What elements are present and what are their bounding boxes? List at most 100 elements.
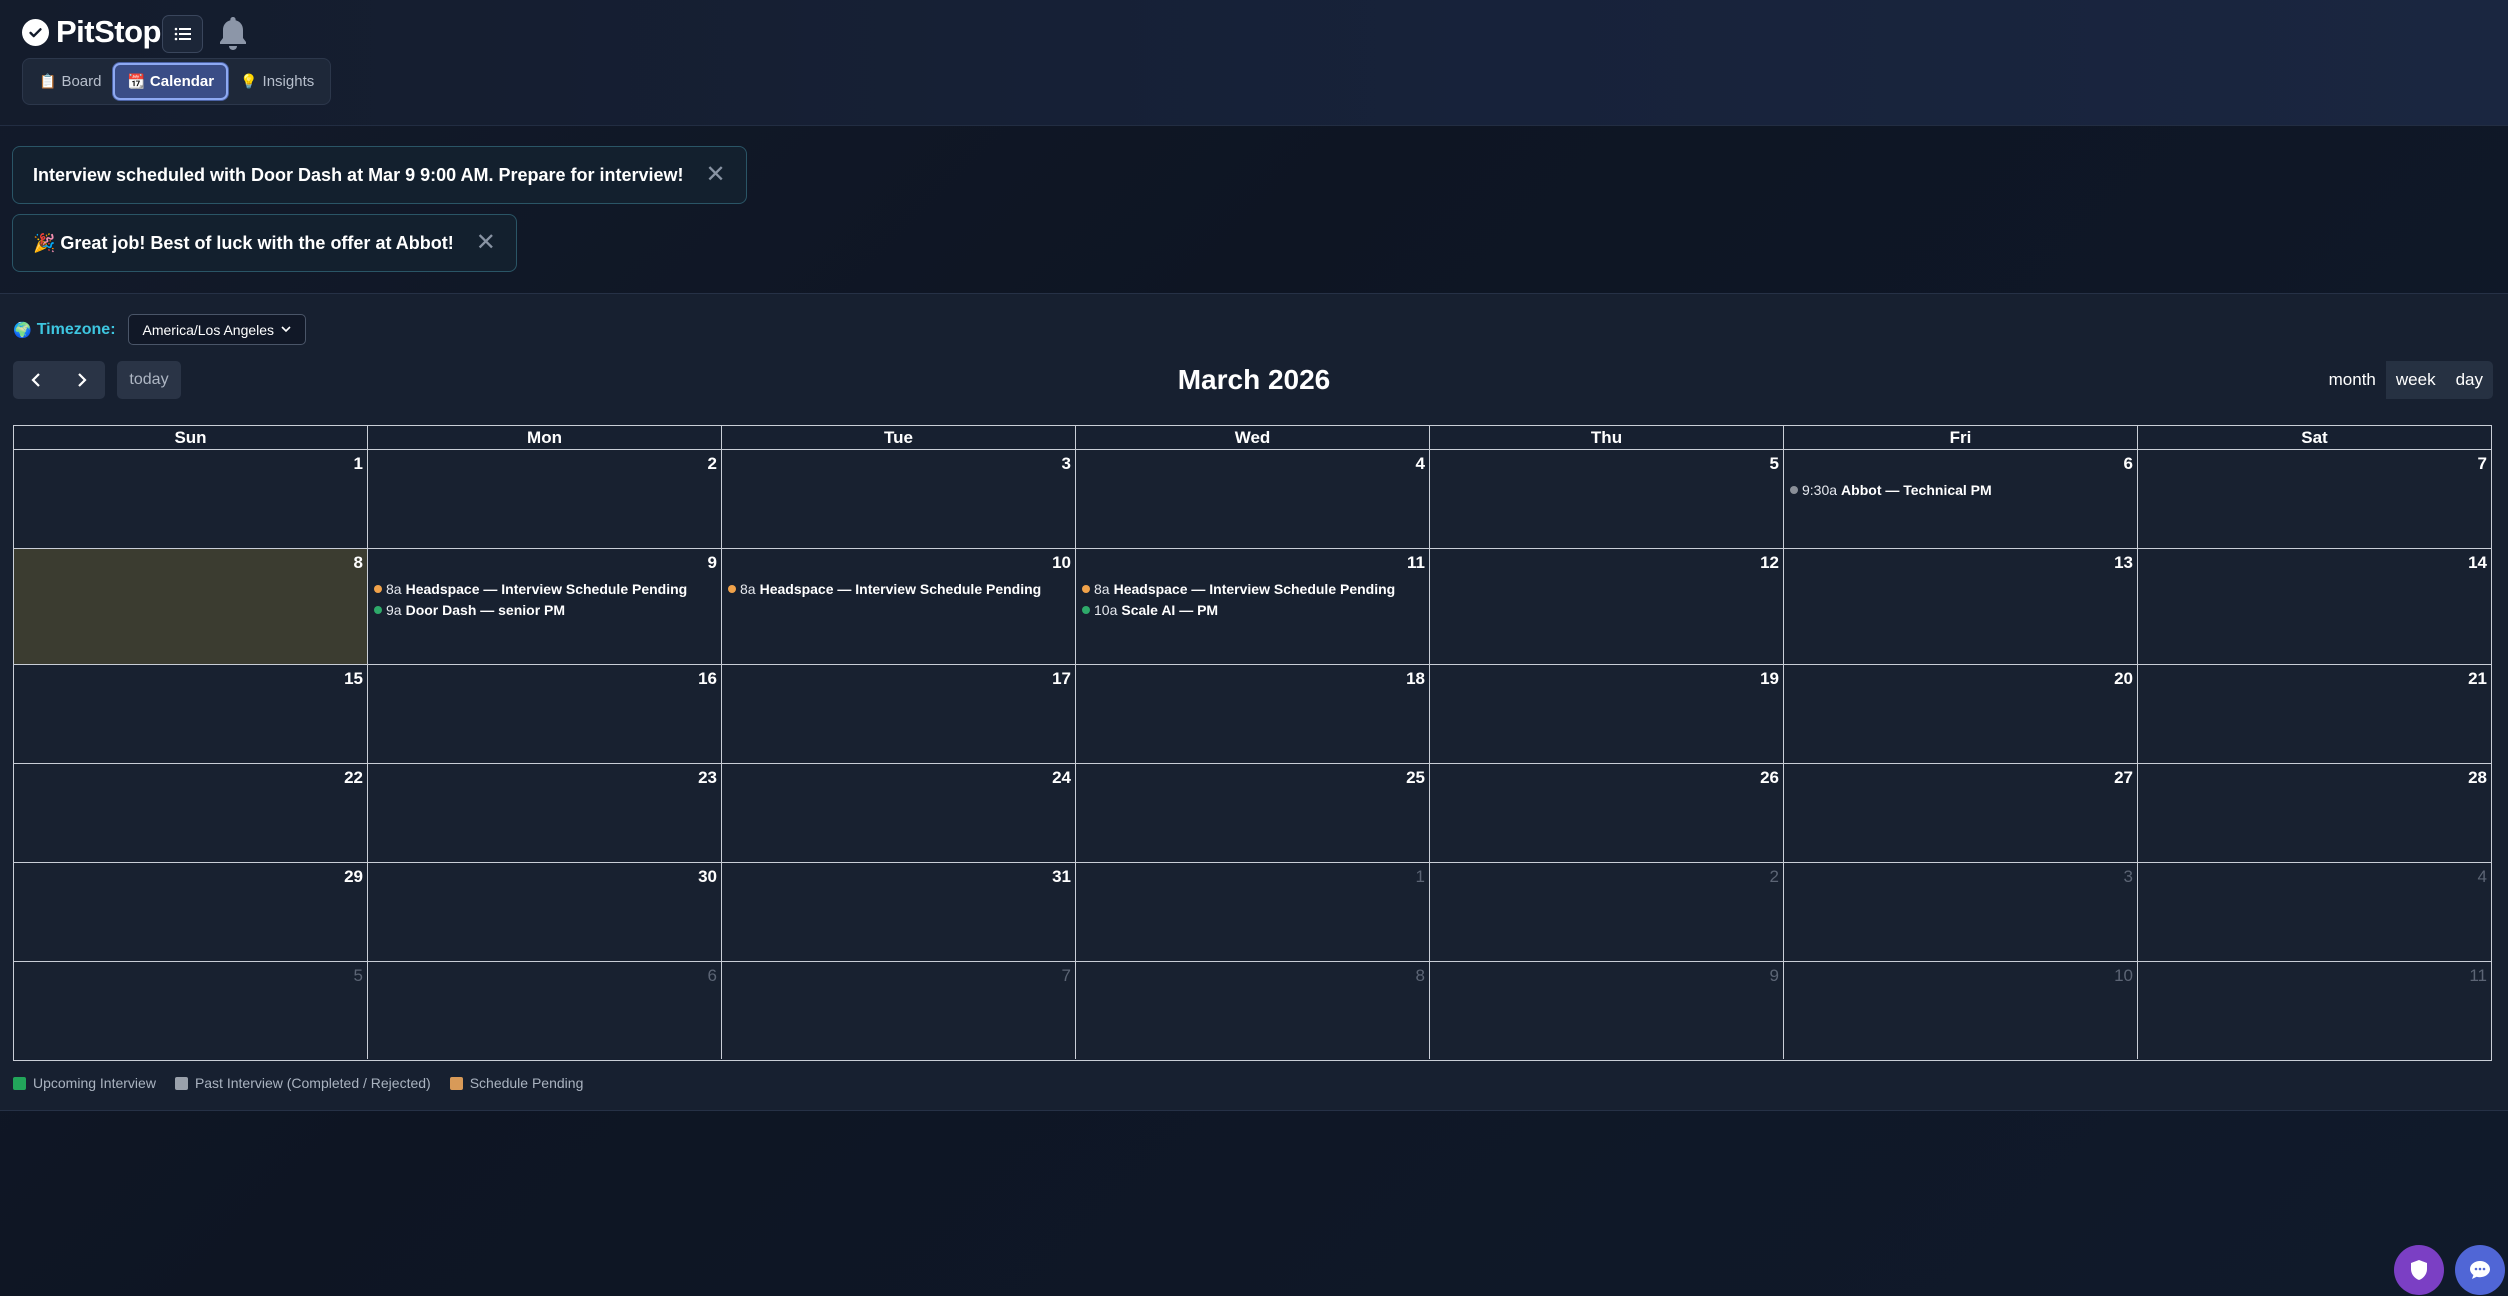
day-cell[interactable]: 7: [2138, 450, 2491, 548]
day-number[interactable]: 29: [344, 867, 363, 887]
notifications-bell-button[interactable]: [215, 13, 251, 53]
day-cell[interactable]: 11 8a Headspace — Interview Schedule Pen…: [1076, 549, 1430, 664]
day-number[interactable]: 8: [354, 553, 363, 573]
day-cell[interactable]: 18: [1076, 665, 1430, 763]
day-number[interactable]: 27: [2114, 768, 2133, 788]
day-cell[interactable]: 26: [1430, 764, 1784, 862]
day-cell[interactable]: 30: [368, 863, 722, 961]
day-number[interactable]: 28: [2468, 768, 2487, 788]
tab-board[interactable]: 📋 Board: [27, 63, 113, 100]
list-menu-button[interactable]: [162, 15, 203, 53]
day-cell[interactable]: 9 8a Headspace — Interview Schedule Pend…: [368, 549, 722, 664]
timezone-select[interactable]: America/Los Angeles: [127, 314, 306, 345]
day-cell[interactable]: 25: [1076, 764, 1430, 862]
day-cell-other-month[interactable]: 10: [1784, 962, 2138, 1059]
day-cell[interactable]: 29: [14, 863, 368, 961]
day-number[interactable]: 4: [2478, 867, 2487, 887]
day-cell[interactable]: 12: [1430, 549, 1784, 664]
day-number[interactable]: 21: [2468, 669, 2487, 689]
day-cell-other-month[interactable]: 4: [2138, 863, 2491, 961]
day-number[interactable]: 31: [1052, 867, 1071, 887]
day-cell[interactable]: 19: [1430, 665, 1784, 763]
close-icon[interactable]: ✕: [476, 231, 496, 255]
day-number[interactable]: 25: [1406, 768, 1425, 788]
day-cell[interactable]: 31: [722, 863, 1076, 961]
day-number[interactable]: 3: [2124, 867, 2133, 887]
day-cell[interactable]: 5: [1430, 450, 1784, 548]
day-cell[interactable]: 14: [2138, 549, 2491, 664]
day-cell[interactable]: 10 8a Headspace — Interview Schedule Pen…: [722, 549, 1076, 664]
brand[interactable]: PitStop: [22, 14, 162, 50]
day-cell[interactable]: 4: [1076, 450, 1430, 548]
day-number[interactable]: 7: [2478, 454, 2487, 474]
day-cell[interactable]: 1: [14, 450, 368, 548]
day-number[interactable]: 9: [1770, 966, 1779, 986]
day-number[interactable]: 24: [1052, 768, 1071, 788]
day-cell[interactable]: 17: [722, 665, 1076, 763]
day-cell[interactable]: 3: [722, 450, 1076, 548]
day-number[interactable]: 11: [2469, 966, 2487, 986]
day-cell-other-month[interactable]: 3: [1784, 863, 2138, 961]
day-number[interactable]: 11: [1407, 553, 1425, 573]
day-number[interactable]: 2: [708, 454, 717, 474]
day-cell-other-month[interactable]: 6: [368, 962, 722, 1059]
day-number[interactable]: 4: [1416, 454, 1425, 474]
day-cell-other-month[interactable]: 2: [1430, 863, 1784, 961]
view-week-button[interactable]: week: [2385, 361, 2446, 399]
day-cell[interactable]: 21: [2138, 665, 2491, 763]
day-cell[interactable]: 13: [1784, 549, 2138, 664]
day-number[interactable]: 8: [1416, 966, 1425, 986]
day-cell[interactable]: 28: [2138, 764, 2491, 862]
day-number[interactable]: 20: [2114, 669, 2133, 689]
day-number[interactable]: 22: [344, 768, 363, 788]
calendar-event[interactable]: 10a Scale AI — PM: [1082, 599, 1425, 620]
tab-insights[interactable]: 💡 Insights: [228, 63, 326, 100]
day-number[interactable]: 6: [708, 966, 717, 986]
day-number[interactable]: 10: [1052, 553, 1071, 573]
day-cell-other-month[interactable]: 7: [722, 962, 1076, 1059]
day-cell-other-month[interactable]: 8: [1076, 962, 1430, 1059]
day-number[interactable]: 10: [2114, 966, 2133, 986]
day-cell-today[interactable]: 8: [14, 549, 368, 664]
day-number[interactable]: 12: [1760, 553, 1779, 573]
day-number[interactable]: 30: [698, 867, 717, 887]
chat-button[interactable]: [2455, 1245, 2505, 1295]
calendar-event[interactable]: 8a Headspace — Interview Schedule Pendin…: [728, 578, 1071, 599]
tab-calendar[interactable]: 📆 Calendar: [113, 63, 229, 100]
day-number[interactable]: 14: [2468, 553, 2487, 573]
day-cell[interactable]: 23: [368, 764, 722, 862]
calendar-event[interactable]: 8a Headspace — Interview Schedule Pendin…: [1082, 578, 1425, 599]
day-cell[interactable]: 24: [722, 764, 1076, 862]
day-number[interactable]: 3: [1062, 454, 1071, 474]
close-icon[interactable]: ✕: [706, 163, 726, 187]
day-number[interactable]: 2: [1770, 867, 1779, 887]
day-number[interactable]: 26: [1760, 768, 1779, 788]
day-cell[interactable]: 27: [1784, 764, 2138, 862]
day-number[interactable]: 13: [2114, 553, 2133, 573]
day-number[interactable]: 5: [1770, 454, 1779, 474]
day-cell[interactable]: 6 9:30a Abbot — Technical PM: [1784, 450, 2138, 548]
day-number[interactable]: 7: [1062, 966, 1071, 986]
view-month-button[interactable]: month: [2318, 361, 2386, 399]
day-cell[interactable]: 15: [14, 665, 368, 763]
day-cell[interactable]: 22: [14, 764, 368, 862]
day-cell[interactable]: 16: [368, 665, 722, 763]
day-cell-other-month[interactable]: 1: [1076, 863, 1430, 961]
day-number[interactable]: 23: [698, 768, 717, 788]
day-number[interactable]: 17: [1052, 669, 1071, 689]
day-cell[interactable]: 20: [1784, 665, 2138, 763]
day-number[interactable]: 18: [1406, 669, 1425, 689]
day-number[interactable]: 5: [354, 966, 363, 986]
day-number[interactable]: 15: [344, 669, 363, 689]
day-cell-other-month[interactable]: 9: [1430, 962, 1784, 1059]
day-number[interactable]: 16: [698, 669, 717, 689]
view-day-button[interactable]: day: [2445, 361, 2493, 399]
day-cell[interactable]: 2: [368, 450, 722, 548]
calendar-event[interactable]: 9:30a Abbot — Technical PM: [1790, 479, 2133, 500]
day-cell-other-month[interactable]: 11: [2138, 962, 2491, 1059]
calendar-event[interactable]: 9a Door Dash — senior PM: [374, 599, 717, 620]
day-number[interactable]: 9: [708, 553, 717, 573]
day-cell-other-month[interactable]: 5: [14, 962, 368, 1059]
privacy-shield-button[interactable]: [2394, 1245, 2444, 1295]
day-number[interactable]: 6: [2124, 454, 2133, 474]
